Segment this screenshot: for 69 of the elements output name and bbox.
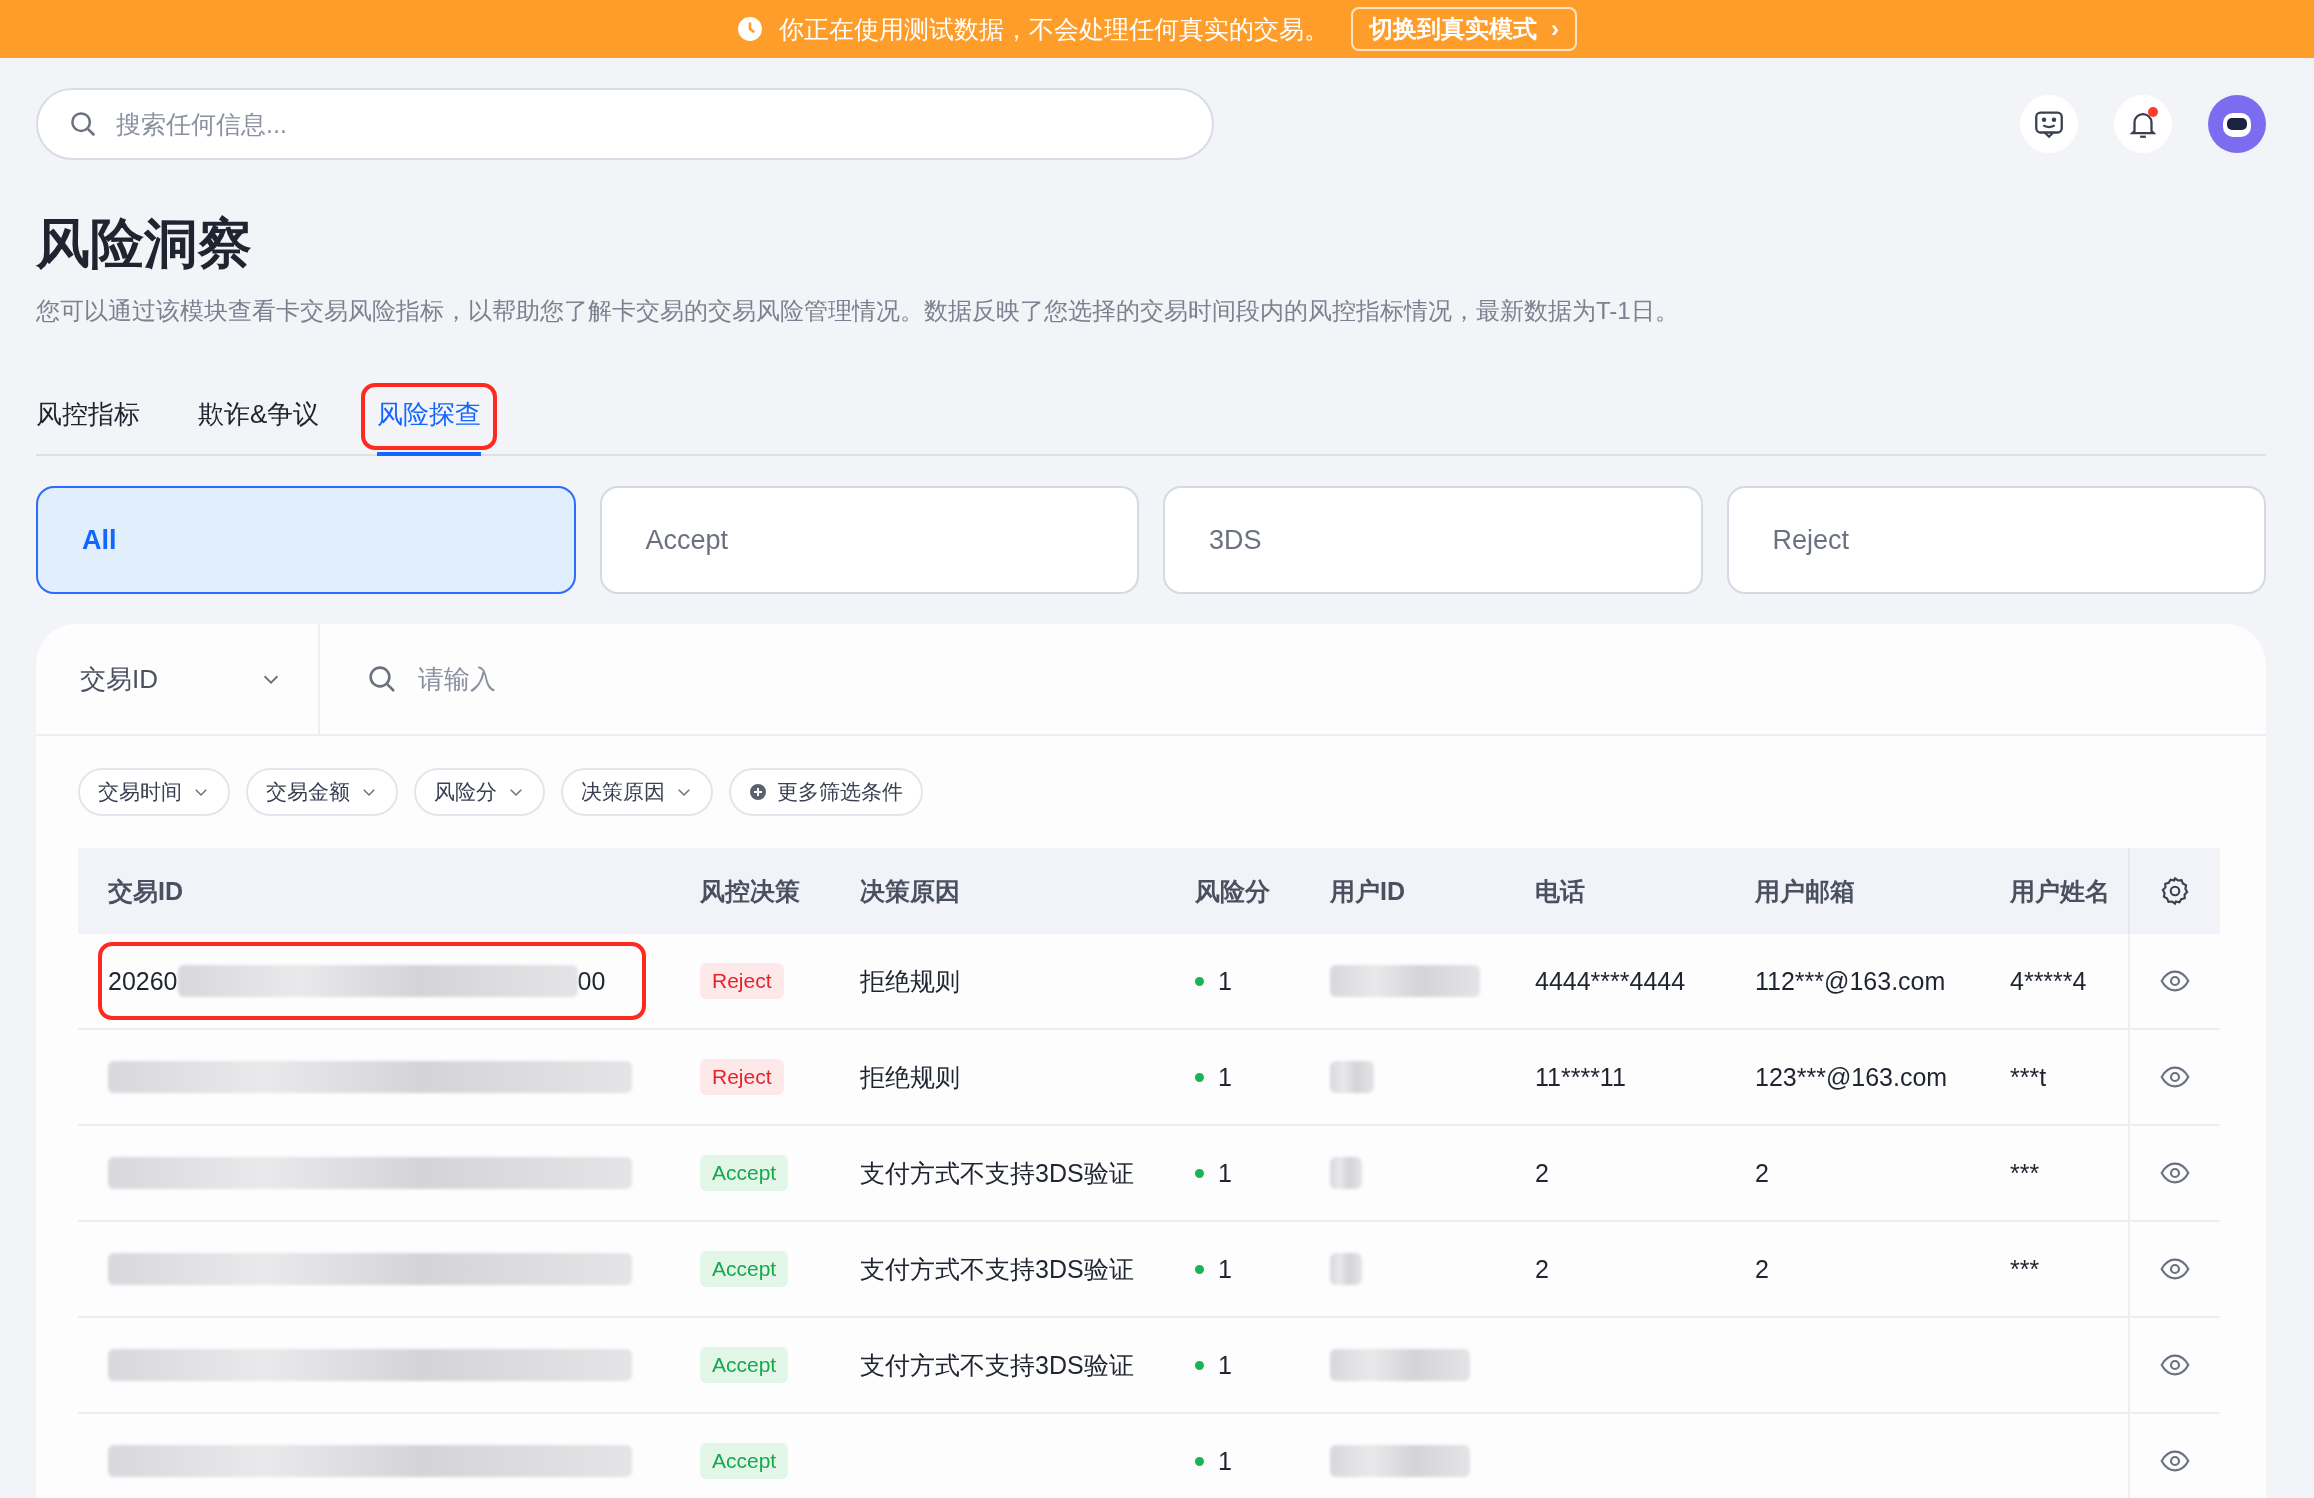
table-cell: 1 [1218,1350,1232,1380]
decision-badge: Accept [700,1443,789,1479]
table-cell-text: 支付方式不支持3DS验证 [859,1349,1135,1381]
decision-card[interactable]: All [36,486,576,594]
table-cell-text: 拒绝规则 [859,1061,961,1093]
column-header: 决策原因 [859,875,961,907]
column-header: 用户邮箱 [1754,875,1856,907]
table-cell: 1 [1218,1254,1232,1284]
page-title: 风险洞察 [36,212,253,275]
table-cell-text: 2 [1754,1158,1770,1188]
table-cell: 1 [1218,966,1232,996]
filter-chip[interactable]: 交易金额 [246,768,398,816]
table-cell: 20260 [108,966,178,996]
table-cell: 1 [1218,1062,1232,1092]
decision-badge: Accept [700,1347,789,1383]
column-header: 风控决策 [699,875,801,907]
table-cell-text: 拒绝规则 [859,965,961,997]
decision-badge: Reject [700,963,784,999]
status-dot [1195,1168,1204,1178]
table-cell-text: 支付方式不支持3DS验证 [859,1157,1135,1189]
tab[interactable]: 风控指标 [36,397,140,456]
field-dropdown[interactable]: 交易ID [36,624,320,734]
settings-icon[interactable] [2159,875,2191,907]
filter-chip[interactable]: 交易时间 [78,768,230,816]
table-cell-text: 11****11 [1534,1062,1627,1092]
table-cell-text: 支付方式不支持3DS验证 [859,1253,1135,1285]
column-header: 用户姓名 [2009,875,2111,907]
table-cell: 1 [1218,1158,1232,1188]
table-cell-text: 2 [1754,1254,1770,1284]
table-cell-text: 4444****4444 [1534,966,1687,996]
decision-badge: Reject [700,1059,784,1095]
filter-chip[interactable]: 决策原因 [561,768,713,816]
decision-badge: Accept [700,1155,789,1191]
filter-chip[interactable]: 更多筛选条件 [729,768,923,816]
table-cell-text: *** [2009,1158,2041,1188]
table-cell: 1 [1218,1446,1232,1476]
column-header: 用户ID [1329,875,1406,907]
column-header: 电话 [1534,875,1586,907]
status-dot [1195,1456,1204,1466]
column-header: 风险分 [1194,875,1271,907]
table-cell-text: 4*****4 [2009,966,2088,996]
column-header: 交易ID [107,875,184,907]
redacted-bar [1330,1061,1374,1093]
page-description: 您可以通过该模块查看卡交易风险指标，以帮助您了解卡交易的交易风险管理情况。数据反映了您选择的交易时间段内的风控指标情况，最新数据为T-1日。 [36,296,1680,326]
table-cell-text: *** [2009,1254,2041,1284]
status-dot [1195,1072,1204,1082]
clock-icon [737,16,763,42]
avatar-icon[interactable] [2208,95,2266,153]
filter-chip[interactable]: 风险分 [414,768,545,816]
status-dot [1195,1360,1204,1370]
status-dot [1195,976,1204,986]
search-icon [68,109,98,139]
decision-card[interactable]: Accept [599,486,1139,594]
table-cell-text: 2 [1534,1158,1550,1188]
tab[interactable]: 风险探查 [377,397,482,456]
decision-card[interactable]: 3DS [1163,486,1703,594]
decision-badge: Accept [700,1251,789,1287]
plus-icon [749,783,767,801]
status-dot [1195,1264,1204,1274]
tab[interactable]: 欺诈&争议 [198,397,320,456]
redacted-bar [1330,1253,1362,1285]
table-cell-text: 112***@163.com [1754,966,1947,996]
table-cell-text: 2 [1534,1254,1550,1284]
decision-card[interactable]: Reject [1726,486,2266,594]
table-cell-text: ***t [2009,1062,2048,1092]
banner-message: 你正在使用测试数据，不会处理任何真实的交易。 [779,13,1329,45]
redacted-bar [1330,1157,1362,1189]
table-cell-text: 123***@163.com [1754,1062,1949,1092]
table-cell: 00 [577,966,606,996]
